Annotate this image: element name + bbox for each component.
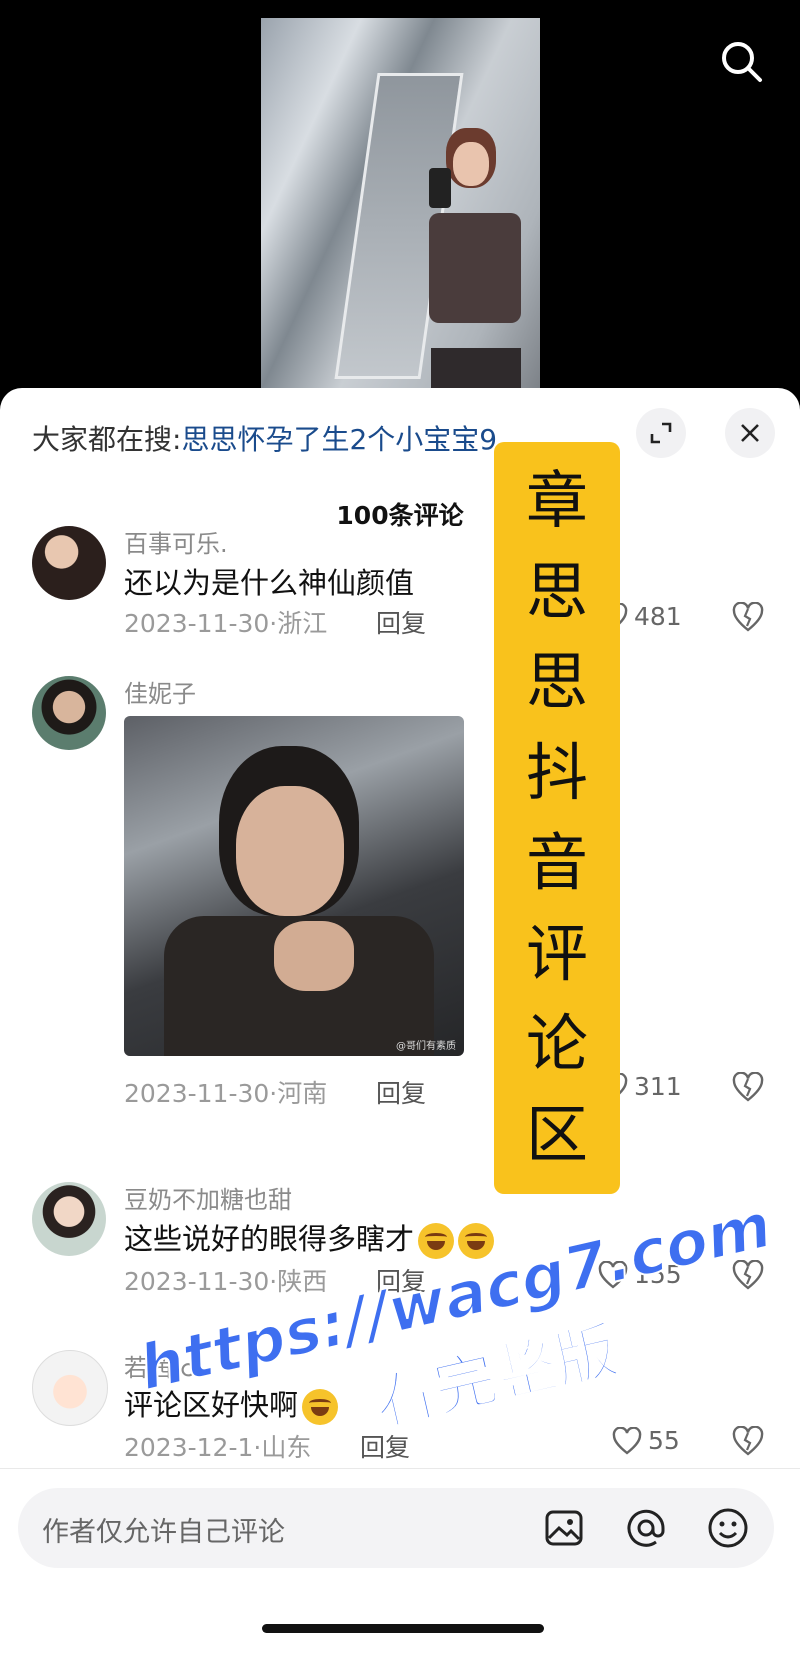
comment-image[interactable]: @哥们有素质 — [124, 716, 464, 1056]
comment-input-placeholder: 作者仅允许自己评论 — [42, 1517, 285, 1548]
video-person — [411, 128, 521, 400]
comment-username[interactable]: 若茜·♂ — [124, 1348, 201, 1383]
trending-prefix: 大家都在搜: — [32, 423, 182, 456]
banner-char: 章 — [525, 464, 588, 538]
like-count: 55 — [648, 1426, 680, 1455]
banner-char: 评 — [525, 916, 588, 990]
like-count: 155 — [634, 1260, 682, 1289]
at-mention-icon[interactable] — [622, 1504, 670, 1552]
dislike-button[interactable] — [732, 1071, 764, 1106]
divider — [0, 1468, 800, 1469]
avatar[interactable] — [32, 526, 106, 600]
comment-text: 这些说好的眼得多瞎才 — [124, 1222, 415, 1256]
like-count: 481 — [634, 602, 682, 631]
avatar[interactable] — [32, 1350, 108, 1426]
home-indicator[interactable] — [262, 1624, 544, 1633]
close-button[interactable] — [725, 408, 775, 458]
comment-username[interactable]: 百事可乐. — [124, 524, 228, 559]
video-frame[interactable] — [261, 18, 540, 400]
reply-button[interactable]: 回复 — [376, 1074, 426, 1110]
image-watermark: @哥们有素质 — [396, 1041, 456, 1052]
dislike-button[interactable] — [732, 1425, 764, 1460]
heart-icon — [612, 1426, 642, 1455]
close-icon — [741, 424, 759, 442]
comment-sheet: 大家都在搜:思思怀孕了生2个小宝宝9 100条评论 百事可乐. 还以为是什么神仙… — [0, 388, 800, 1654]
comment-image-wrap: @哥们有素质 — [0, 716, 800, 1056]
like-count: 311 — [634, 1072, 682, 1101]
comment-meta: 2023-11-30·陕西 — [124, 1267, 328, 1296]
dislike-button[interactable] — [732, 601, 764, 636]
image-icon[interactable] — [540, 1504, 588, 1552]
emoji-icon[interactable] — [704, 1504, 752, 1552]
broken-heart-icon — [732, 601, 764, 632]
trending-link[interactable]: 思思怀孕了生2个小宝宝9 — [181, 423, 497, 456]
banner-char: 论 — [525, 1007, 588, 1081]
laugh-cry-emoji-icon — [458, 1223, 495, 1259]
comment-input-bar[interactable]: 作者仅允许自己评论 — [18, 1488, 774, 1568]
comment-text: 评论区好快啊 — [124, 1388, 299, 1422]
banner-char: 区 — [525, 1097, 588, 1171]
comment-count: 100条评论 — [336, 501, 464, 530]
comment-username[interactable]: 豆奶不加糖也甜 — [124, 1180, 292, 1215]
banner-char: 思 — [525, 645, 588, 719]
comment-meta: 2023-11-30·浙江 — [124, 609, 328, 638]
expand-icon — [650, 422, 672, 444]
overlay-banner: 章 思 思 抖 音 评 论 区 — [494, 442, 620, 1194]
like-button[interactable]: 155 — [598, 1260, 682, 1289]
laugh-cry-emoji-icon — [302, 1389, 339, 1425]
reply-button[interactable]: 回复 — [376, 604, 426, 640]
comment-username[interactable]: 佳妮子 — [124, 674, 196, 709]
dislike-button[interactable] — [732, 1259, 764, 1294]
banner-char: 音 — [525, 826, 588, 900]
comment-meta: 2023-12-1·山东 — [124, 1433, 312, 1462]
avatar[interactable] — [32, 1182, 106, 1256]
comment-text: 还以为是什么神仙颜值 — [124, 566, 415, 600]
reply-button[interactable]: 回复 — [360, 1428, 410, 1464]
broken-heart-icon — [732, 1071, 764, 1102]
expand-button[interactable] — [636, 408, 686, 458]
trending-search[interactable]: 大家都在搜:思思怀孕了生2个小宝宝9 — [32, 418, 497, 458]
comment-text-row: 评论区好快啊 — [124, 1382, 339, 1425]
heart-icon — [598, 1260, 628, 1289]
comment-meta: 2023-11-30·河南 — [124, 1079, 328, 1108]
like-button[interactable]: 55 — [612, 1426, 680, 1455]
broken-heart-icon — [732, 1425, 764, 1456]
reply-button[interactable]: 回复 — [376, 1262, 426, 1298]
broken-heart-icon — [732, 1259, 764, 1290]
laugh-cry-emoji-icon — [418, 1223, 455, 1259]
comment-text-row: 这些说好的眼得多瞎才 — [124, 1216, 495, 1259]
search-icon[interactable] — [716, 36, 768, 88]
banner-char: 抖 — [525, 735, 588, 809]
banner-char: 思 — [525, 554, 588, 628]
